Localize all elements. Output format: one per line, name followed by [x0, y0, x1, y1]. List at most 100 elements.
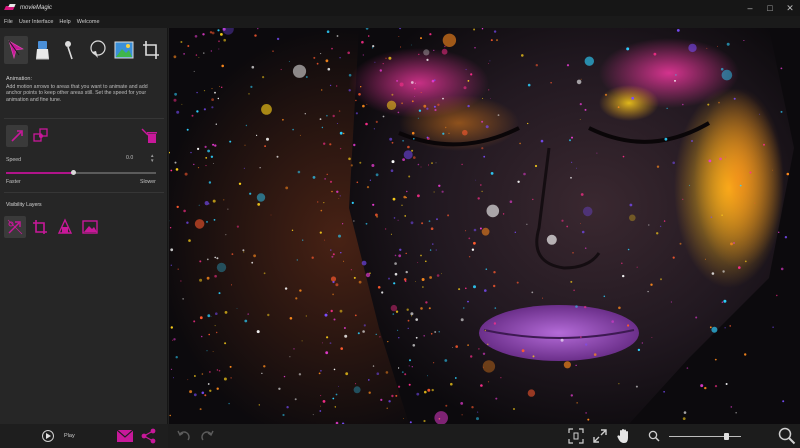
zoom-out-button[interactable]: [648, 430, 660, 442]
share-button[interactable]: [141, 428, 156, 448]
dust-particle: [689, 184, 691, 186]
delete-arrow-button[interactable]: [138, 125, 160, 147]
dust-particle: [438, 184, 441, 187]
layer-motion-toggle[interactable]: [4, 216, 26, 238]
dust-particle: [401, 371, 404, 373]
pan-hand-button[interactable]: [616, 428, 632, 444]
dust-particle: [329, 342, 332, 344]
dust-particle: [434, 331, 437, 333]
email-button[interactable]: [116, 429, 134, 447]
speed-slider-thumb[interactable]: [71, 170, 76, 175]
menu-help[interactable]: Help: [59, 19, 70, 25]
dust-particle: [435, 162, 437, 164]
zoom-in-button[interactable]: [778, 427, 796, 445]
dust-particle: [170, 248, 174, 252]
minimize-button[interactable]: –: [740, 0, 760, 16]
dust-particle: [763, 143, 765, 146]
dust-particle: [461, 414, 463, 416]
dust-particle: [372, 45, 375, 48]
dust-particle: [213, 163, 214, 165]
dust-particle: [617, 106, 620, 109]
dust-particle: [221, 64, 224, 68]
dust-particle: [744, 353, 747, 356]
canvas-bottom-bar: [168, 424, 800, 448]
speed-slider[interactable]: [6, 170, 156, 175]
menu-welcome[interactable]: Welcome: [77, 19, 100, 25]
layer-mask-toggle[interactable]: [54, 216, 76, 238]
redo-button[interactable]: [199, 428, 215, 444]
dust-particle: [428, 307, 431, 310]
dust-particle: [282, 413, 285, 417]
layer-crop-toggle[interactable]: [29, 216, 51, 238]
eraser-tool[interactable]: [31, 36, 55, 64]
dust-particle: [343, 132, 345, 135]
dust-particle: [338, 110, 341, 112]
chevron-down-icon[interactable]: ▼: [150, 158, 154, 163]
dust-particle: [430, 333, 433, 335]
dust-particle: [473, 228, 477, 232]
image-tool[interactable]: [112, 36, 136, 64]
dust-particle: [238, 182, 242, 185]
dust-particle: [720, 67, 724, 71]
menu-file[interactable]: File: [4, 19, 13, 25]
dust-particle: [561, 219, 564, 222]
dust-particle: [415, 281, 416, 282]
dust-particle: [621, 262, 623, 265]
dust-particle: [474, 47, 476, 49]
dust-particle: [348, 157, 351, 161]
dust-particle: [188, 239, 191, 242]
dust-particle: [193, 393, 197, 397]
dust-particle: [445, 404, 448, 407]
faster-label: Faster: [6, 179, 21, 185]
dust-particle: [321, 342, 323, 344]
maximize-button[interactable]: □: [760, 0, 780, 16]
undo-button[interactable]: [176, 428, 192, 444]
dust-particle: [224, 311, 228, 314]
dust-particle: [584, 108, 587, 111]
dust-particle: [399, 248, 402, 251]
dust-particle: [263, 365, 266, 368]
close-button[interactable]: ✕: [780, 0, 800, 16]
dust-particle: [392, 197, 396, 201]
dust-particle: [395, 394, 398, 397]
dust-particle: [331, 255, 334, 258]
layer-image-toggle[interactable]: [79, 216, 101, 238]
menu-user-interface[interactable]: User Interface: [19, 19, 54, 25]
dust-particle: [426, 107, 429, 110]
dust-particle: [584, 56, 594, 66]
motion-arrow-tool[interactable]: [4, 36, 28, 64]
dust-particle: [659, 225, 662, 228]
dust-particle: [221, 86, 223, 88]
dust-particle: [214, 256, 216, 259]
dust-particle: [368, 391, 371, 394]
dust-particle: [251, 65, 255, 69]
app-window: movieMagic – □ ✕ File User Interface Hel…: [0, 0, 800, 448]
dust-particle: [421, 222, 424, 225]
speed-stepper[interactable]: ▲ ▼: [150, 153, 154, 163]
dust-particle: [778, 231, 780, 233]
play-button[interactable]: [42, 430, 54, 442]
fit-to-screen-button[interactable]: [568, 428, 584, 444]
fullscreen-button[interactable]: [592, 428, 608, 444]
dust-particle: [320, 209, 323, 212]
dust-particle: [332, 114, 335, 118]
slower-label: Slower: [140, 179, 156, 185]
zoom-slider-thumb[interactable]: [724, 433, 730, 440]
speed-value[interactable]: 0.0: [126, 155, 133, 161]
dust-particle: [739, 184, 742, 187]
pin-tool[interactable]: [58, 36, 82, 64]
dust-particle: [580, 223, 581, 225]
dust-particle: [184, 172, 188, 176]
dust-particle: [481, 227, 490, 236]
dust-particle: [581, 230, 585, 234]
lasso-tool[interactable]: [85, 36, 109, 64]
add-anchor-button[interactable]: [30, 125, 52, 147]
add-motion-arrow-button[interactable]: [6, 125, 28, 147]
dust-particle: [714, 385, 718, 388]
crop-tool[interactable]: [139, 36, 163, 64]
dust-particle: [482, 366, 484, 368]
dust-particle: [460, 402, 464, 405]
zoom-slider[interactable]: [669, 433, 741, 440]
dust-particle: [217, 29, 220, 32]
image-canvas[interactable]: [169, 28, 800, 424]
